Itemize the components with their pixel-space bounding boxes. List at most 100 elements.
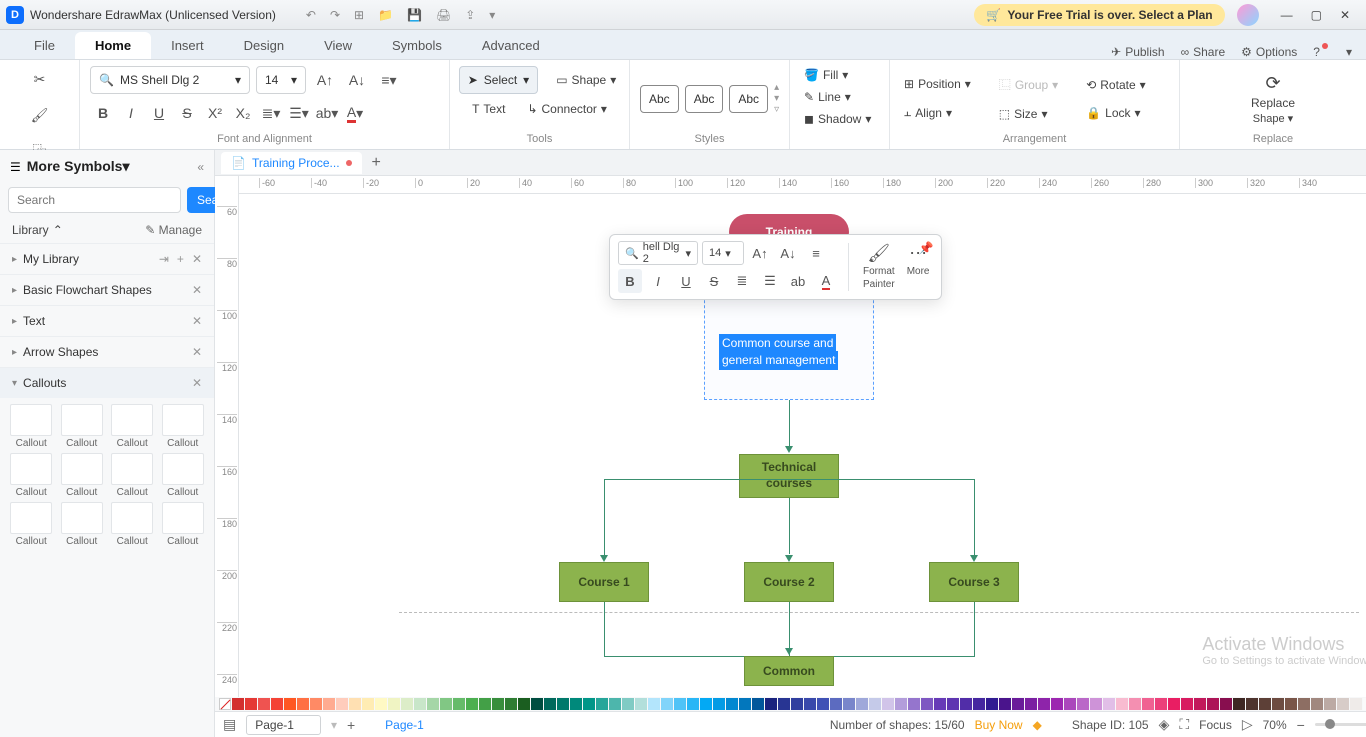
format-painter-icon[interactable]: 🖌 — [27, 102, 53, 128]
color-swatch[interactable] — [1285, 698, 1297, 710]
color-swatch[interactable] — [310, 698, 322, 710]
color-swatch[interactable] — [856, 698, 868, 710]
color-swatch[interactable] — [1246, 698, 1258, 710]
fill-button[interactable]: 🪣Fill▾ — [800, 66, 852, 84]
color-swatch[interactable] — [323, 698, 335, 710]
callout-thumb[interactable]: Callout — [109, 404, 156, 449]
rotate-button[interactable]: ⟲Rotate▾ — [1082, 76, 1149, 94]
color-swatch[interactable] — [752, 698, 764, 710]
qat-dropdown-icon[interactable]: ▾ — [489, 8, 495, 22]
color-swatch[interactable] — [986, 698, 998, 710]
color-swatch[interactable] — [1155, 698, 1167, 710]
buy-now-link[interactable]: Buy Now — [975, 718, 1023, 732]
color-swatch[interactable] — [1168, 698, 1180, 710]
color-swatch[interactable] — [440, 698, 452, 710]
add-tab-icon[interactable]: + — [372, 154, 381, 172]
color-swatch[interactable] — [245, 698, 257, 710]
color-swatch[interactable] — [271, 698, 283, 710]
color-swatch[interactable] — [1259, 698, 1271, 710]
callout-thumb[interactable]: Callout — [109, 502, 156, 547]
color-swatch[interactable] — [1142, 698, 1154, 710]
shadow-button[interactable]: ◼Shadow▾ — [800, 110, 875, 128]
print-icon[interactable]: 🖨 — [436, 8, 451, 22]
close-icon[interactable]: ✕ — [1340, 8, 1350, 22]
color-swatch[interactable] — [609, 698, 621, 710]
callout-thumb[interactable]: Callout — [59, 404, 106, 449]
callout-thumb[interactable]: Callout — [59, 453, 106, 498]
color-swatch[interactable] — [960, 698, 972, 710]
color-swatch[interactable] — [765, 698, 777, 710]
color-swatch[interactable] — [1038, 698, 1050, 710]
add-page-icon[interactable]: + — [347, 717, 355, 733]
align-text-icon[interactable]: ≡▾ — [376, 67, 402, 93]
shape-technical-courses[interactable]: Technical courses — [739, 454, 839, 498]
superscript-icon[interactable]: X² — [202, 100, 228, 126]
color-swatch[interactable] — [947, 698, 959, 710]
color-swatch[interactable] — [466, 698, 478, 710]
callout-thumb[interactable]: Callout — [109, 453, 156, 498]
cat-my-library[interactable]: ▸My Library⇥+✕ — [0, 243, 214, 274]
color-swatch[interactable] — [674, 698, 686, 710]
close-cat-icon[interactable]: ✕ — [192, 314, 202, 328]
color-swatch[interactable] — [531, 698, 543, 710]
shape-course-1[interactable]: Course 1 — [559, 562, 649, 602]
color-swatch[interactable] — [492, 698, 504, 710]
color-swatch[interactable] — [817, 698, 829, 710]
color-swatch[interactable] — [635, 698, 647, 710]
color-swatch[interactable] — [297, 698, 309, 710]
style-scroll-down-icon[interactable]: ▾ — [774, 93, 779, 104]
ctx-decrease-font-icon[interactable]: A↓ — [776, 241, 800, 265]
style-preset-2[interactable]: Abc — [685, 85, 724, 113]
editing-text-line1[interactable]: Common course and — [719, 334, 836, 353]
tab-symbols[interactable]: Symbols — [372, 32, 462, 59]
strikethrough-icon[interactable]: S — [174, 100, 200, 126]
layers-icon[interactable]: ◈ — [1159, 716, 1170, 733]
color-swatch[interactable] — [362, 698, 374, 710]
callout-thumb[interactable]: Callout — [59, 502, 106, 547]
close-cat-icon[interactable]: ✕ — [192, 252, 202, 266]
color-swatch[interactable] — [648, 698, 660, 710]
line-button[interactable]: ✎Line▾ — [800, 88, 855, 106]
position-button[interactable]: ⊞Position▾ — [900, 75, 975, 93]
color-swatch[interactable] — [622, 698, 634, 710]
color-swatch[interactable] — [1116, 698, 1128, 710]
ctx-strikethrough-icon[interactable]: S — [702, 269, 726, 293]
font-size-combo[interactable]: 14▾ — [256, 66, 306, 94]
zoom-slider[interactable] — [1315, 723, 1366, 726]
import-icon[interactable]: ⇥ — [159, 252, 169, 266]
color-swatch[interactable] — [661, 698, 673, 710]
color-swatch[interactable] — [453, 698, 465, 710]
color-swatch[interactable] — [570, 698, 582, 710]
zoom-out-icon[interactable]: − — [1297, 717, 1305, 733]
play-icon[interactable]: ▷ — [1242, 716, 1253, 733]
color-swatch[interactable] — [518, 698, 530, 710]
doc-tab-training[interactable]: 📄 Training Proce... — [221, 152, 362, 174]
color-swatch[interactable] — [583, 698, 595, 710]
callout-thumb[interactable]: Callout — [8, 453, 55, 498]
color-swatch[interactable] — [284, 698, 296, 710]
color-swatch[interactable] — [830, 698, 842, 710]
tab-design[interactable]: Design — [224, 32, 304, 59]
color-swatch[interactable] — [778, 698, 790, 710]
maximize-icon[interactable]: ▢ — [1311, 8, 1322, 22]
color-swatch[interactable] — [908, 698, 920, 710]
share-button[interactable]: ∞Share — [1181, 45, 1226, 59]
save-icon[interactable]: 💾 — [407, 8, 422, 22]
symbol-search-input[interactable] — [8, 187, 181, 213]
color-swatch[interactable] — [544, 698, 556, 710]
ctx-size-combo[interactable]: 14▾ — [702, 241, 744, 265]
color-swatch[interactable] — [999, 698, 1011, 710]
style-scroll-up-icon[interactable]: ▴ — [774, 82, 779, 93]
highlight-icon[interactable]: ab▾ — [314, 100, 340, 126]
color-swatch[interactable] — [973, 698, 985, 710]
ctx-highlight-icon[interactable]: ab — [786, 269, 810, 293]
color-swatch[interactable] — [1090, 698, 1102, 710]
text-tool[interactable]: TText — [468, 100, 509, 118]
connector-tool[interactable]: ↳Connector▾ — [523, 100, 610, 118]
color-swatch[interactable] — [934, 698, 946, 710]
color-swatch[interactable] — [1350, 698, 1362, 710]
shape-course-2[interactable]: Course 2 — [744, 562, 834, 602]
shape-course-3[interactable]: Course 3 — [929, 562, 1019, 602]
color-swatch[interactable] — [1103, 698, 1115, 710]
color-swatch[interactable] — [505, 698, 517, 710]
